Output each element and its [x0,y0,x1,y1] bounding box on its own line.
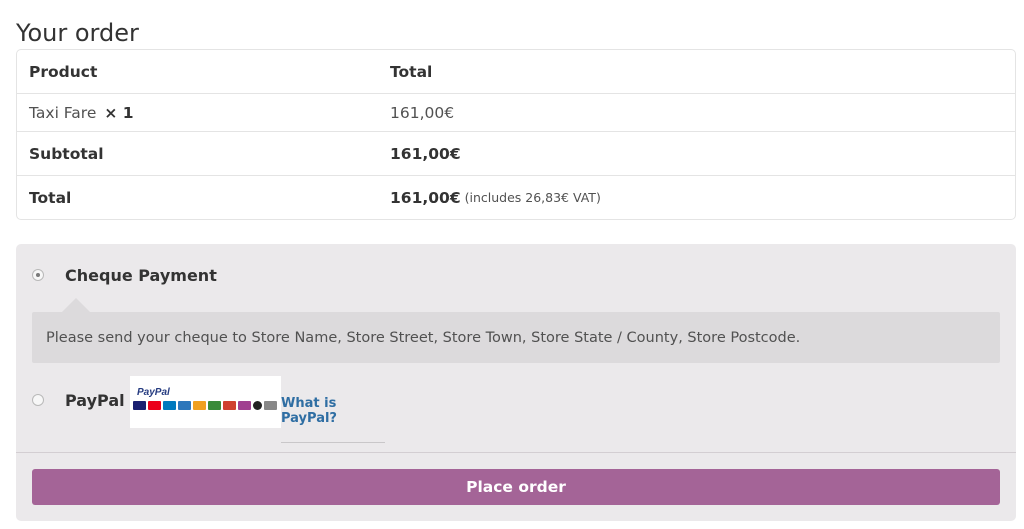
product-cell: Taxi Fare × 1 [29,94,134,131]
product-quantity: × 1 [104,103,134,122]
subtotal-value: 161,00€ [390,144,461,163]
aura-card-icon [238,401,251,410]
payment-methods-panel: Cheque Payment Please send your cheque t… [16,244,1016,521]
cheque-payment-description-text: Please send your cheque to Store Name, S… [46,329,801,346]
divider [16,452,1016,453]
paypal-wordmark: PayPal [137,387,170,398]
cheque-payment-description: Please send your cheque to Store Name, S… [32,298,1000,363]
total-label: Total [29,188,72,207]
subtotal-row: Subtotal 161,00€ [17,132,1015,176]
number-4-icon [253,401,262,410]
mastercard-icon [148,401,161,410]
bank-card-icon [208,401,221,410]
discover-card-icon [193,401,206,410]
place-order-button[interactable]: Place order [32,469,1000,505]
paypal-acceptance-logo: PayPal [130,376,281,428]
table-row: Taxi Fare × 1 161,00€ [17,94,1015,132]
what-is-paypal-link[interactable]: What is PayPal? [281,396,385,443]
visa-card-icon [133,401,146,410]
total-cell: 161,00€ (includes 26,83€ VAT) [390,176,601,219]
table-header-row: Product Total [17,50,1015,94]
subtotal-label: Subtotal [29,144,104,163]
card-icons [133,401,277,410]
product-name: Taxi Fare [29,103,97,122]
installments-card-icon [264,401,277,410]
page-title: Your order [16,19,139,47]
amex-card-icon [178,401,191,410]
total-row: Total 161,00€ (includes 26,83€ VAT) [17,176,1015,219]
total-value: 161,00€ [390,188,461,207]
order-review-table: Product Total Taxi Fare × 1 161,00€ Subt… [16,49,1016,220]
total-column-header: Total [390,62,433,81]
maestro-card-icon [163,401,176,410]
cb-card-icon [223,401,236,410]
cheque-payment-label[interactable]: Cheque Payment [65,266,217,285]
product-column-header: Product [29,62,98,81]
cheque-payment-radio[interactable] [32,269,44,281]
paypal-radio[interactable] [32,394,44,406]
vat-note: (includes 26,83€ VAT) [464,190,601,205]
paypal-label[interactable]: PayPal [65,391,125,410]
product-total: 161,00€ [390,103,455,122]
